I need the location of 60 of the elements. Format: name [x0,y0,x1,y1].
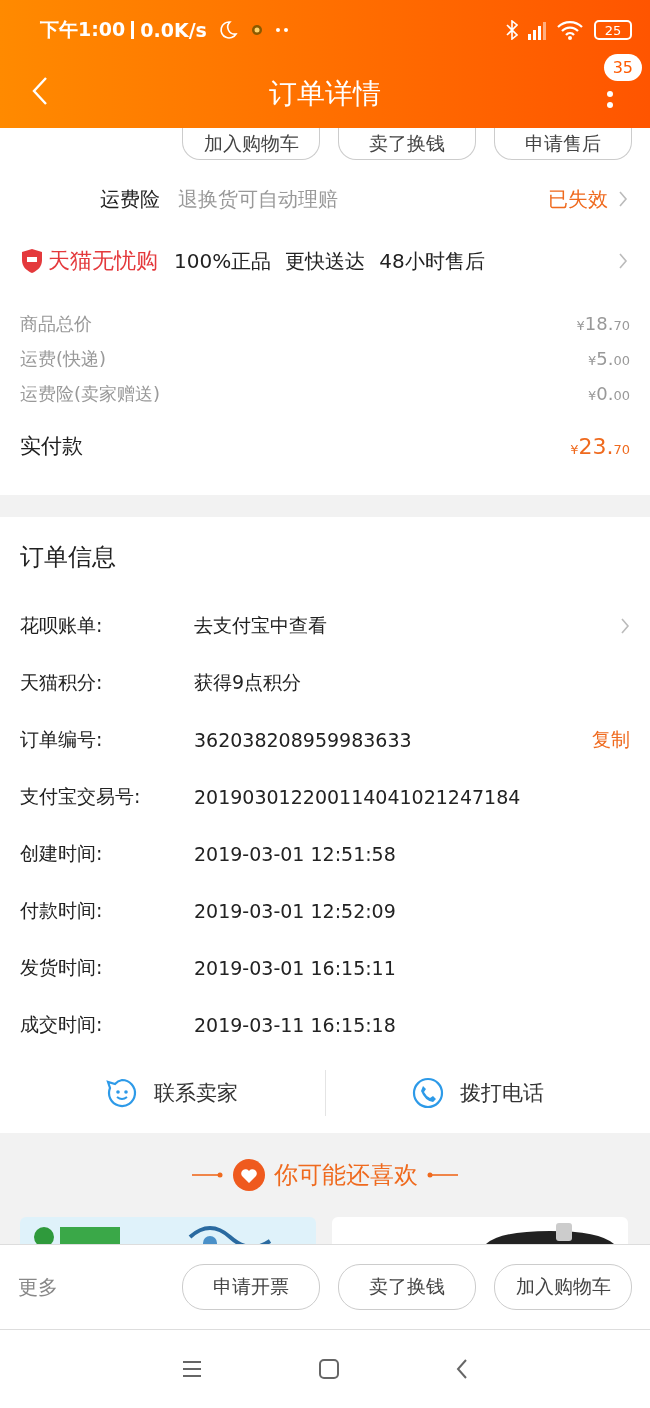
info-label: 发货时间: [20,954,104,980]
bluetooth-icon [506,20,518,40]
section-title: 订单信息 [20,542,117,573]
info-label: 付款时间: [20,897,104,923]
info-value: 201903012200114041021247184 [194,785,521,808]
shield-icon [20,248,44,274]
divider-ornament-icon [426,1171,458,1179]
status-time: 下午1:00 [40,17,126,42]
action-button[interactable]: 卖了换钱 [338,1264,476,1310]
network-speed: 0.0K/s [140,19,207,41]
contact-button[interactable]: 联系卖家 [154,1079,239,1107]
total-amount: ¥23.70 [570,433,630,459]
info-label: 天猫积分: [20,669,104,695]
more-button[interactable]: 更多 [18,1273,58,1301]
price-amount: ¥5.00 [588,348,630,369]
wifi-icon [556,19,584,41]
action-button[interactable]: 申请售后 [494,128,632,160]
info-value: 2019-03-01 12:51:58 [194,842,396,865]
home-icon[interactable] [318,1358,340,1380]
info-value: 2019-03-01 16:15:11 [194,956,396,979]
info-label: 订单编号: [20,726,104,752]
price-label: 运费(快递) [20,346,107,371]
back-icon[interactable] [455,1358,469,1380]
info-label: 花呗账单: [20,612,104,638]
chevron-right-icon [620,616,630,635]
menu-icon[interactable] [181,1360,203,1378]
price-label: 商品总价 [20,311,92,336]
info-label: 支付宝交易号: [20,783,142,809]
guarantee-feature: 更快送达 [285,247,366,275]
message-badge: 35 [603,54,642,81]
guarantee-feature: 48小时售后 [379,247,485,275]
section-title: 你可能还喜欢 [274,1160,418,1191]
divider-ornament-icon [192,1171,224,1179]
contact-button[interactable]: 拨打电话 [459,1079,544,1107]
phone-icon [411,1077,444,1109]
more-dots-icon [274,27,289,33]
battery-icon: 25 [594,20,632,40]
action-button[interactable]: 申请开票 [182,1264,320,1310]
total-label: 实付款 [20,433,83,460]
info-value: 2019-03-01 12:52:09 [194,899,396,922]
status-separator [131,21,135,39]
info-value[interactable]: 去支付宝中查看 [194,612,327,639]
action-button[interactable]: 加入购物车 [182,128,320,160]
info-value: 362038208959983633 [194,728,412,751]
info-value: 2019-03-11 16:15:18 [194,1013,396,1036]
price-label: 运费险(卖家赠送) [20,381,161,406]
price-amount: ¥18.70 [576,313,630,334]
info-label: 成交时间: [20,1011,104,1037]
info-value: 获得9点积分 [194,669,302,695]
chevron-right-icon [618,190,628,208]
action-button[interactable]: 加入购物车 [494,1264,632,1310]
insurance-description: 退换货可自动理赔 [178,185,338,213]
price-amount: ¥0.00 [588,383,630,404]
guarantee-brand: 天猫无忧购 [48,247,158,275]
chat-face-icon [106,1077,139,1109]
guarantee-feature: 100%正品 [174,247,272,275]
insurance-label: 运费险 [100,185,160,213]
info-label: 创建时间: [20,840,104,866]
page-title: 订单详情 [269,76,381,112]
action-button[interactable]: 卖了换钱 [338,128,476,160]
